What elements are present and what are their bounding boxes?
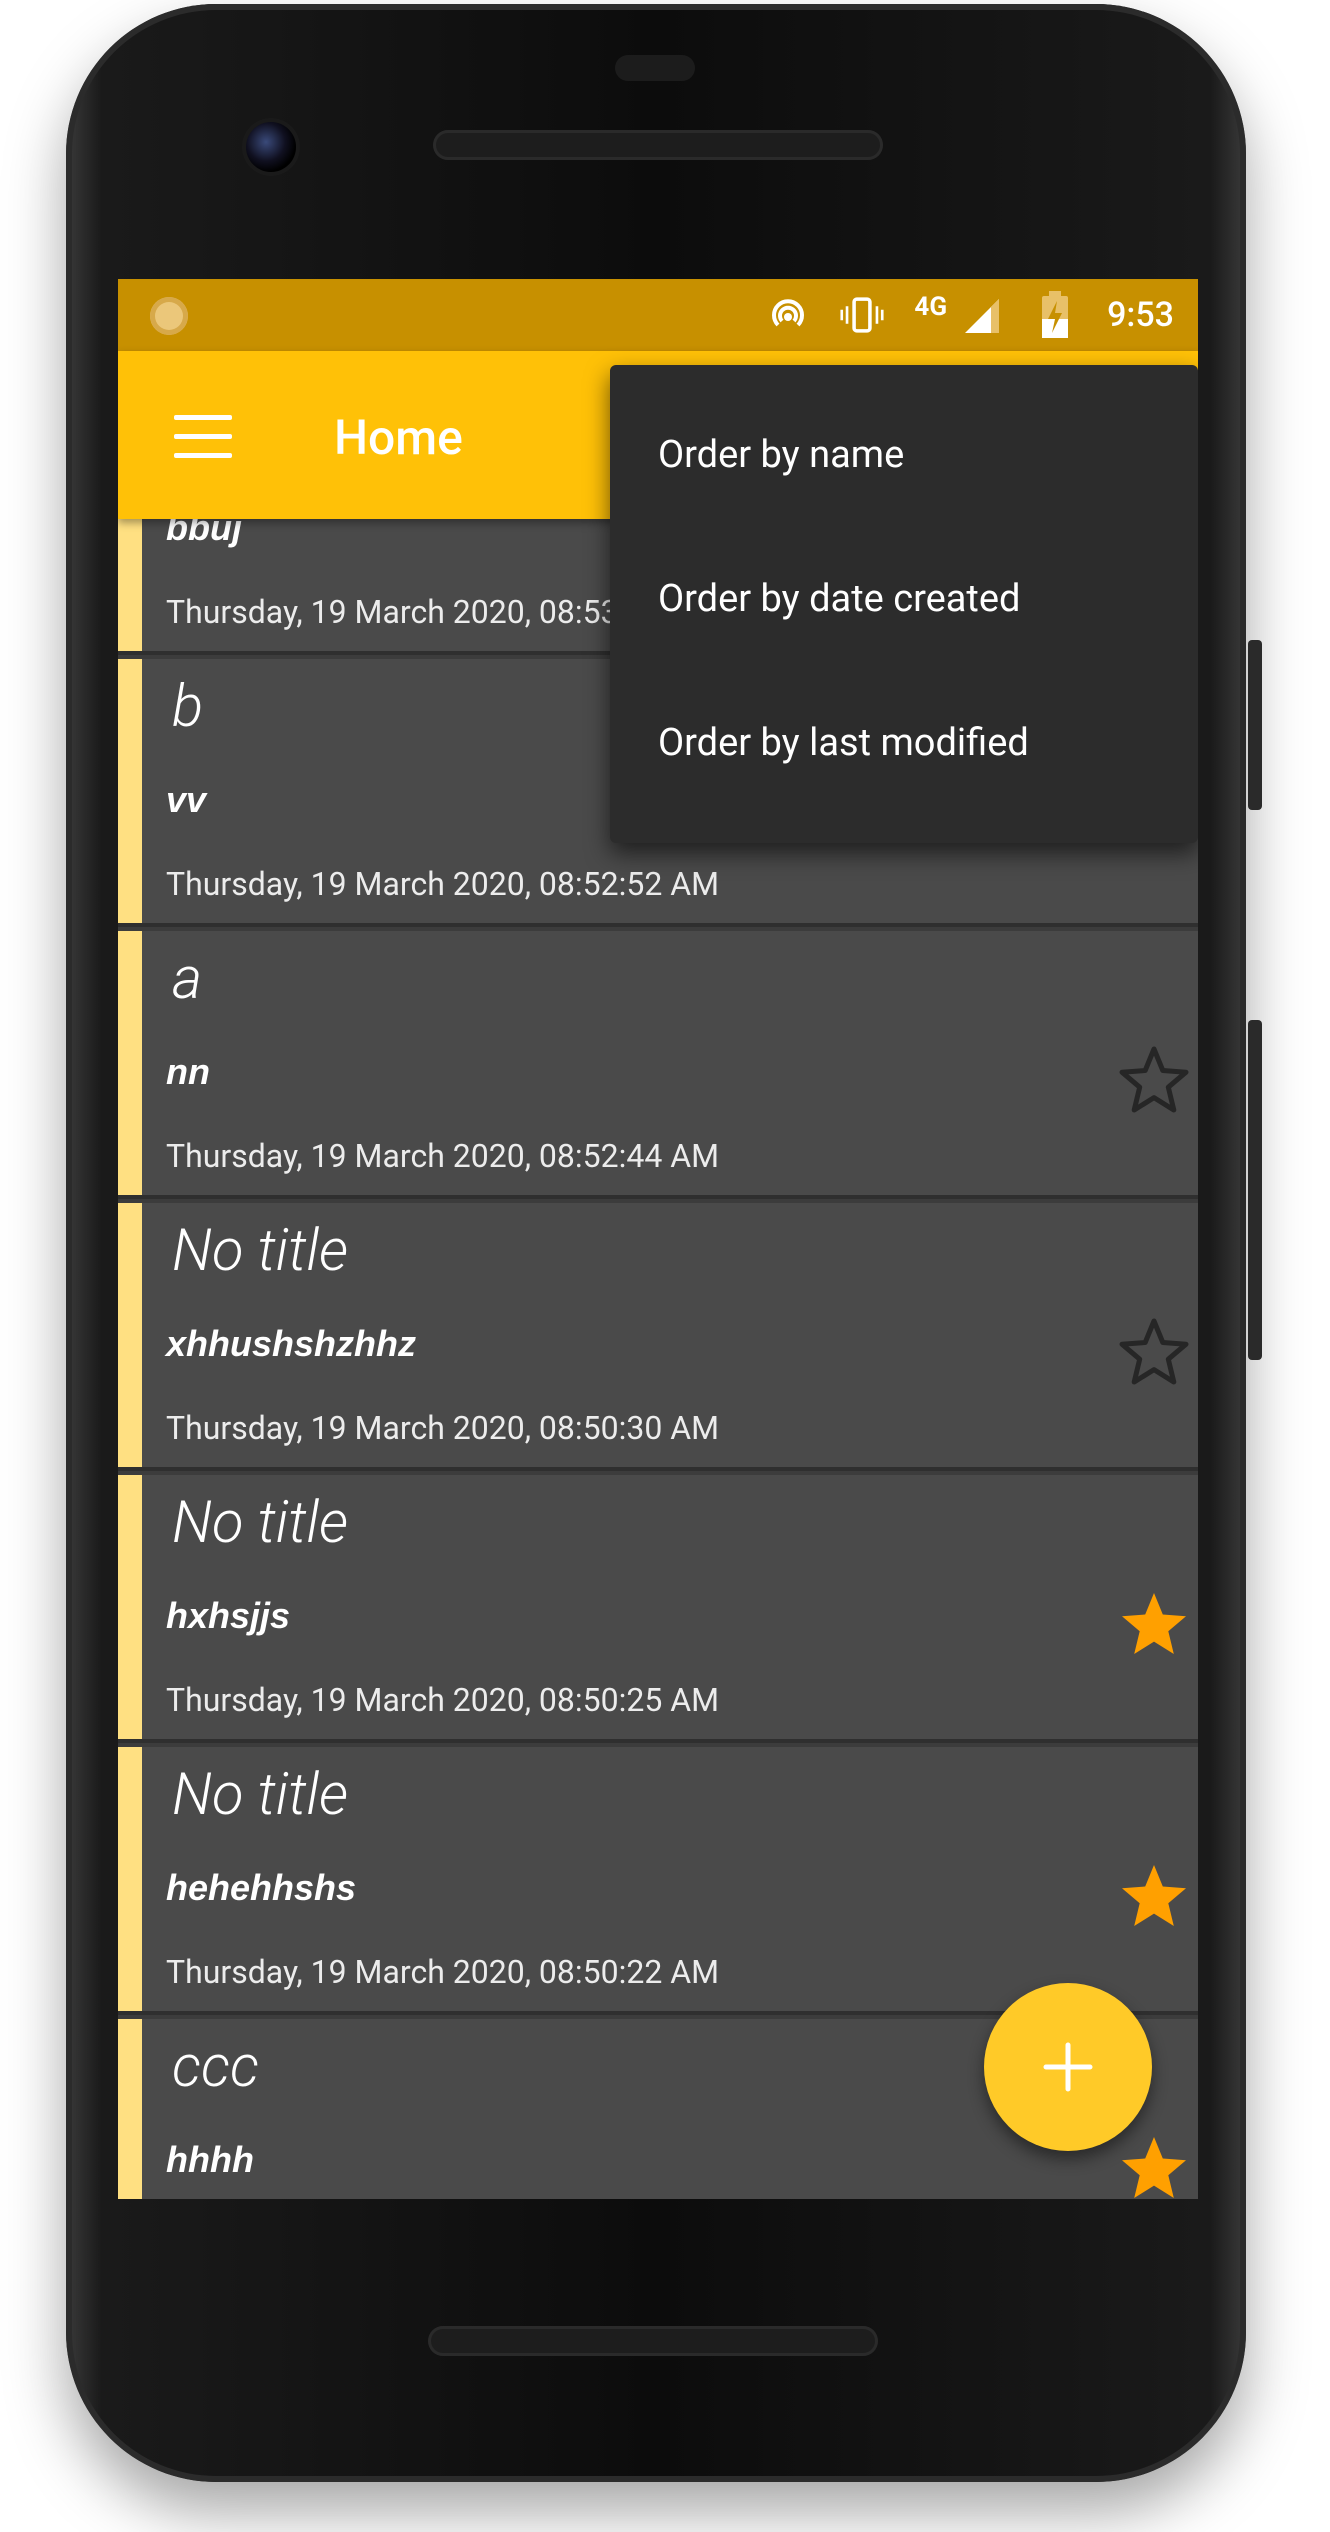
note-color-strip [118,1203,142,1467]
sort-menu-item-last-modified[interactable]: Order by last modified [658,721,1029,765]
add-note-button[interactable] [984,1983,1152,2151]
note-title: No title [172,1489,349,1557]
signal-icon [959,293,1003,337]
note-body: hehehhshs [166,1867,357,1908]
status-bar: 4G 9:53 [118,279,1198,351]
plus-icon [1043,2042,1093,2092]
note-color-strip [118,2019,142,2199]
sort-menu-item-name[interactable]: Order by name [658,433,904,477]
note-card[interactable]: a nn Thursday, 19 March 2020, 08:52:44 AM [118,931,1198,1199]
notification-icon [150,297,188,335]
note-color-strip [118,1475,142,1739]
note-title: No title [172,1217,349,1285]
page-title: Home [334,409,463,466]
star-outline-icon[interactable] [1116,1315,1192,1391]
earpiece-speaker [433,130,883,160]
note-card[interactable]: No title hehehhshs Thursday, 19 March 2020… [118,1747,1198,2015]
note-date: Thursday, 19 March 2020, 08:53 [166,593,619,631]
note-title: b [172,673,204,741]
note-date: Thursday, 19 March 2020, 08:52:44 AM [166,1137,720,1175]
note-body: vv [166,779,207,820]
star-filled-icon[interactable] [1116,1859,1192,1935]
note-title: ccc [172,2033,259,2101]
front-camera [246,122,296,172]
note-body: hxhsjjs [166,1595,291,1636]
star-outline-icon[interactable] [1116,1043,1192,1119]
note-date: Thursday, 19 March 2020, 08:50:25 AM [166,1681,720,1719]
top-sensor [615,55,695,81]
volume-button [1248,1020,1262,1360]
note-title: a [172,945,203,1013]
note-card[interactable]: No title hxhsjjs Thursday, 19 March 2020, … [118,1475,1198,1743]
note-body: hhhh [166,2139,254,2180]
sort-menu: Order by name Order by date created Orde… [610,365,1198,843]
network-type: 4G [914,292,948,322]
note-color-strip [118,931,142,1195]
note-color-strip [118,659,142,923]
star-filled-icon[interactable] [1116,1587,1192,1663]
bottom-speaker [428,2326,878,2356]
hotspot-icon [766,293,810,337]
vibrate-icon [840,293,884,337]
clock: 9:53 [1107,295,1174,335]
menu-icon[interactable] [174,415,232,458]
note-body: xhhushshzhhz [166,1323,416,1364]
note-date: Thursday, 19 March 2020, 08:52:52 AM [166,865,720,903]
note-date: Thursday, 19 March 2020, 08:50:22 AM [166,1953,720,1991]
note-body: nn [166,1051,210,1092]
power-button [1248,640,1262,810]
battery-charging-icon [1033,291,1077,338]
note-color-strip [118,1747,142,2011]
status-icons: 4G 9:53 [766,279,1174,351]
note-card[interactable]: No title xhhushshzhhz Thursday, 19 March 2… [118,1203,1198,1471]
star-filled-icon[interactable] [1116,2131,1192,2199]
sort-menu-item-date-created[interactable]: Order by date created [658,577,1020,621]
screen: 4G 9:53 Home bbuj Thursday, 19 March 2020… [118,279,1198,2199]
note-date: Thursday, 19 March 2020, 08:50:30 AM [166,1409,720,1447]
note-title: No title [172,1761,349,1829]
